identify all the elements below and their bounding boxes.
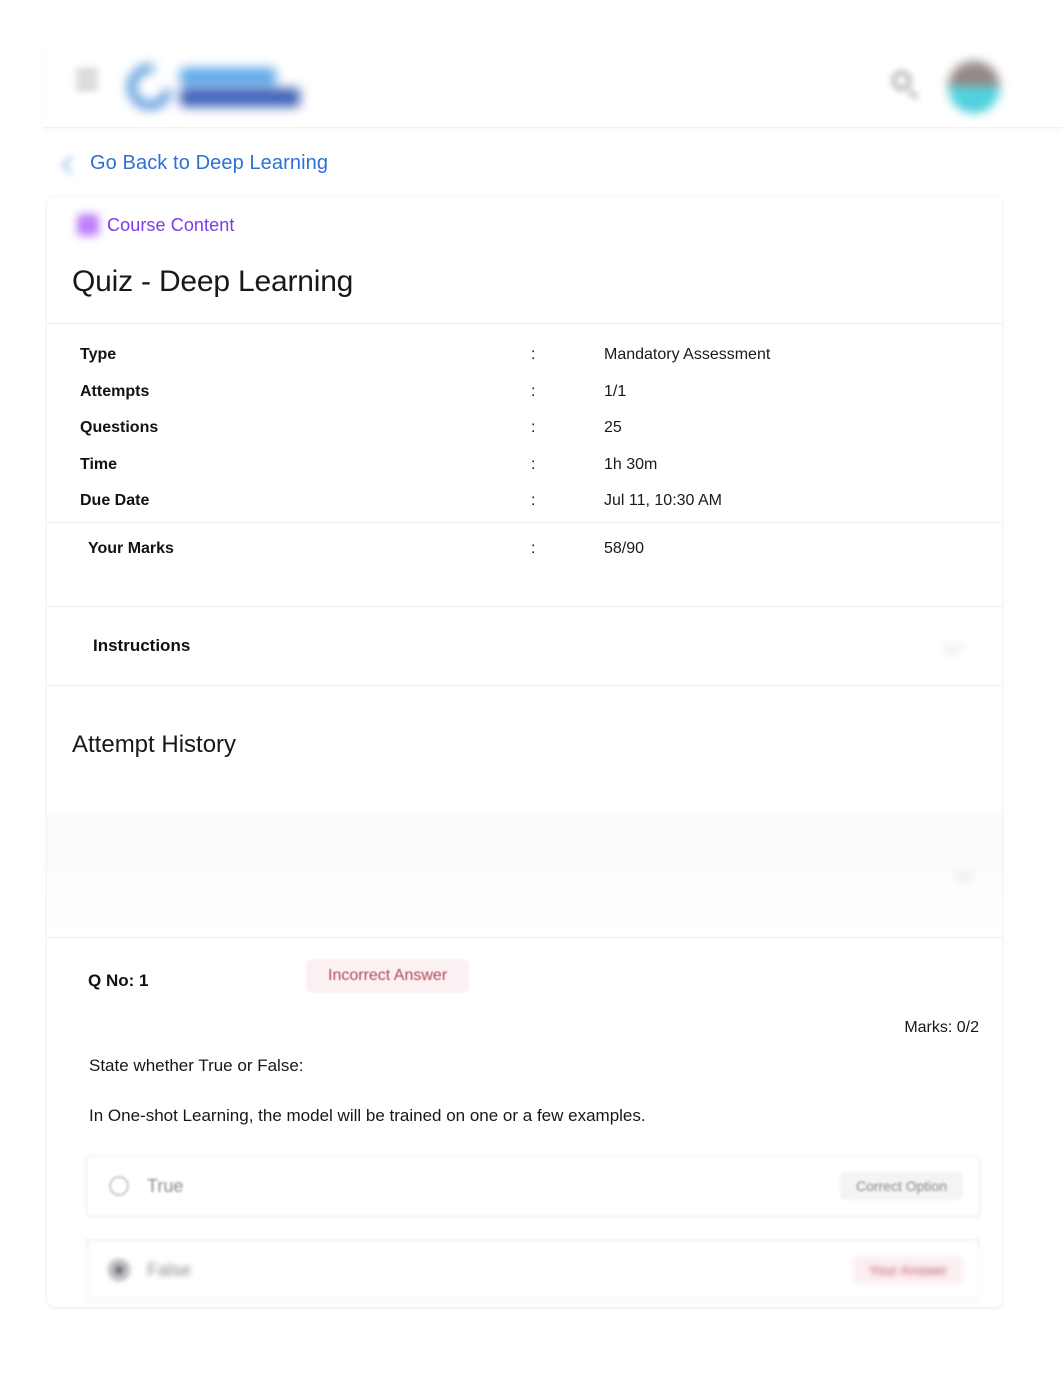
avatar[interactable]: [948, 61, 1000, 113]
book-icon: [77, 214, 99, 236]
option-label: True: [147, 1175, 184, 1196]
attempt-history-title: Attempt History: [72, 731, 237, 758]
detail-colon: :: [531, 455, 536, 473]
instructions-label: Instructions: [93, 635, 191, 655]
search-icon-ring: [892, 71, 911, 90]
detail-key: Attempts: [80, 382, 150, 400]
detail-row-questions: Questions : 25: [47, 410, 1002, 447]
detail-value: 1h 30m: [604, 455, 658, 473]
detail-row-attempts: Attempts : 1/1: [47, 374, 1002, 411]
radio-icon[interactable]: [109, 1260, 129, 1280]
option-tag-correct: Correct Option: [839, 1172, 963, 1200]
back-arrow-icon: [58, 153, 80, 175]
chevron-down-icon[interactable]: [954, 861, 974, 881]
divider: [47, 323, 1002, 324]
page-title: Quiz - Deep Learning: [72, 265, 354, 298]
detail-colon: :: [531, 419, 536, 437]
status-badge: Incorrect Answer: [306, 959, 470, 993]
detail-colon: :: [531, 382, 536, 400]
your-marks-row: Your Marks : 58/90: [47, 537, 1002, 573]
quiz-details-list: Type : Mandatory Assessment Attempts : 1…: [47, 337, 1002, 520]
detail-row-due-date: Due Date : Jul 11, 10:30 AM: [47, 483, 1002, 520]
hamburger-bar: [76, 70, 98, 73]
detail-key: Due Date: [80, 492, 150, 510]
brand-wordmark: [180, 67, 300, 107]
go-back-link[interactable]: Go Back to Deep Learning: [58, 152, 328, 175]
divider: [47, 522, 1002, 523]
app-header: [44, 40, 1062, 128]
breadcrumb[interactable]: Course Content: [77, 214, 234, 236]
option-label: False: [147, 1259, 192, 1280]
question-prompt-line-1: State whether True or False:: [89, 1056, 304, 1075]
detail-value: 1/1: [604, 382, 627, 400]
brand-word-line-2: [180, 87, 300, 107]
brand-mark-icon: [119, 56, 181, 118]
attempt-history-panel[interactable]: [47, 813, 1002, 937]
search-icon-handle: [907, 89, 919, 99]
question-prompt-line-2: In One-shot Learning, the model will be …: [89, 1106, 646, 1125]
hamburger-menu-icon[interactable]: [76, 70, 102, 94]
hamburger-bar: [76, 78, 98, 81]
detail-value: 25: [604, 419, 622, 437]
question-marks: Marks: 0/2: [904, 1019, 979, 1036]
question-block: Q No: 1 Incorrect Answer Marks: 0/2 Stat…: [47, 937, 1002, 1301]
breadcrumb-label[interactable]: Course Content: [107, 215, 234, 236]
option-row[interactable]: True Correct Option: [86, 1155, 980, 1217]
question-number: Q No: 1: [88, 971, 149, 990]
divider: [47, 685, 1002, 686]
detail-row-type: Type : Mandatory Assessment: [47, 337, 1002, 374]
option-row[interactable]: False Your Answer: [86, 1239, 980, 1301]
radio-icon[interactable]: [109, 1176, 129, 1196]
detail-value: Mandatory Assessment: [604, 346, 771, 364]
detail-colon: :: [531, 346, 536, 364]
detail-key: Type: [80, 346, 117, 364]
detail-key: Questions: [80, 419, 159, 437]
your-marks-value: 58/90: [604, 540, 645, 557]
quiz-card: Course Content Quiz - Deep Learning Type…: [47, 197, 1002, 1307]
go-back-label[interactable]: Go Back to Deep Learning: [90, 152, 328, 175]
question-header: Q No: 1 Incorrect Answer Marks: 0/2: [47, 937, 1002, 1036]
detail-value: Jul 11, 10:30 AM: [604, 492, 722, 510]
page-root: Go Back to Deep Learning Course Content …: [0, 0, 1062, 1377]
answer-options-list: True Correct Option False Your Answer: [86, 1155, 980, 1301]
brand-logo[interactable]: [119, 56, 308, 118]
search-icon[interactable]: [888, 68, 922, 102]
detail-colon: :: [531, 492, 536, 510]
detail-key: Time: [80, 455, 118, 473]
hamburger-bar: [76, 86, 98, 89]
instructions-accordion[interactable]: Instructions: [47, 606, 1002, 685]
detail-row-time: Time : 1h 30m: [47, 447, 1002, 484]
your-marks-key: Your Marks: [88, 540, 174, 557]
chevron-down-icon[interactable]: [942, 633, 964, 655]
option-tag-your-answer: Your Answer: [852, 1256, 963, 1284]
your-marks-colon: :: [531, 540, 536, 557]
brand-word-line-1: [180, 67, 276, 85]
